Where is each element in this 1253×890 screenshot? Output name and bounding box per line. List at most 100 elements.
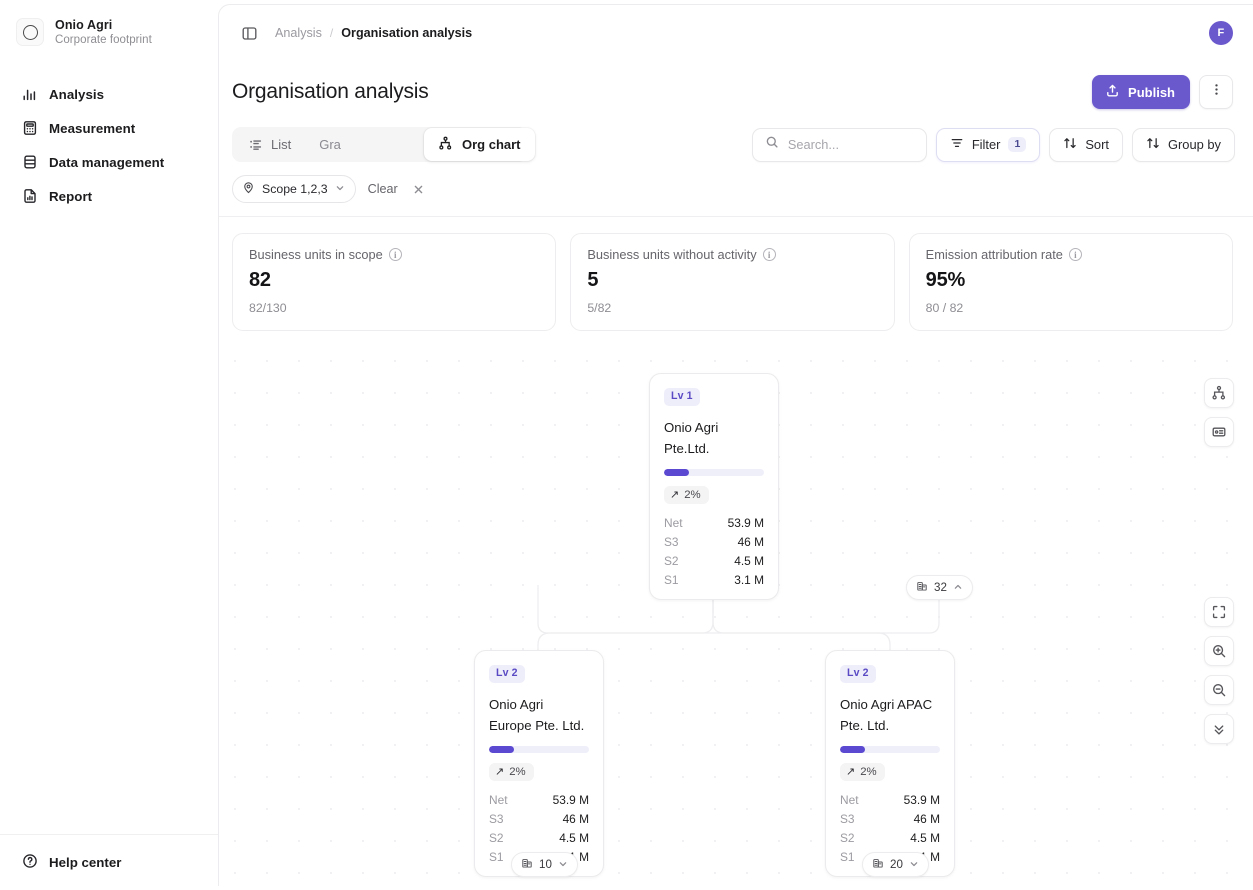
info-icon[interactable]: i — [763, 248, 776, 261]
sidebar-item-label: Data management — [49, 155, 164, 170]
kebab-menu-icon — [1209, 82, 1224, 102]
filter-chip-label: Scope 1,2,3 — [262, 182, 328, 196]
stat-card-emission-attribution-rate: Emission attribution rate i 95% 80 / 82 — [909, 233, 1233, 331]
group-by-button[interactable]: Group by — [1132, 128, 1235, 162]
stat-label-text: Emission attribution rate — [926, 247, 1063, 262]
stat-label: Business units in scope i — [249, 247, 539, 262]
top-bar-right: F — [1209, 21, 1233, 45]
sidebar-toggle-icon[interactable] — [235, 19, 263, 47]
metric-key: S3 — [489, 812, 504, 826]
close-icon[interactable] — [410, 180, 428, 198]
node-delta-value: 2% — [860, 766, 876, 778]
help-center-label: Help center — [49, 855, 121, 870]
sort-button[interactable]: Sort — [1049, 128, 1123, 162]
sidebar-item-measurement[interactable]: Measurement — [10, 112, 208, 144]
org-node-child-europe[interactable]: Lv 2 Onio Agri Europe Pte. Ltd. ↗ 2% Net… — [474, 650, 604, 877]
stat-label-text: Business units without activity — [587, 247, 756, 262]
node-level-tag: Lv 1 — [664, 388, 700, 406]
avatar[interactable]: F — [1209, 21, 1233, 45]
node-delta-badge: ↗ 2% — [489, 763, 534, 781]
search-input[interactable] — [788, 137, 914, 152]
document-chart-icon — [22, 188, 38, 204]
main-panel: Analysis / Organisation analysis F Organ… — [218, 4, 1253, 886]
filter-count-badge: 1 — [1008, 137, 1026, 153]
scope-target-icon — [242, 181, 255, 197]
sidebar-item-data-management[interactable]: Data management — [10, 146, 208, 178]
stat-label: Emission attribution rate i — [926, 247, 1216, 262]
more-options-button[interactable] — [1199, 75, 1233, 109]
metric-row: S2 4.5 M — [664, 551, 764, 570]
metric-key: S2 — [840, 831, 855, 845]
org-node-root-children-toggle[interactable]: 32 — [906, 575, 973, 600]
org-node-root[interactable]: Lv 1 Onio Agri Pte.Ltd. ↗ 2% Net 53.9 M … — [649, 373, 779, 600]
org-node-europe-children-toggle[interactable]: 10 — [511, 852, 578, 877]
metric-row: S1 3.1 M — [664, 570, 764, 589]
stat-card-business-units-in-scope: Business units in scope i 82 82/130 — [232, 233, 556, 331]
metric-value: 4.5 M — [559, 831, 589, 845]
search-icon — [765, 135, 779, 154]
metric-value: 4.5 M — [910, 831, 940, 845]
node-name: Onio Agri Europe Pte. Ltd. — [489, 694, 589, 737]
org-subtitle: Corporate footprint — [55, 34, 152, 46]
stat-card-business-units-without-activity: Business units without activity i 5 5/82 — [570, 233, 894, 331]
node-delta-value: 2% — [684, 489, 700, 501]
metric-value: 4.5 M — [734, 554, 764, 568]
tab-graph[interactable]: Gra — [305, 130, 355, 159]
info-icon[interactable]: i — [389, 248, 402, 261]
org-node-apac-children-toggle[interactable]: 20 — [862, 852, 929, 877]
database-icon — [22, 154, 38, 170]
sidebar-nav: Analysis Measurement — [0, 78, 218, 212]
metric-key: S2 — [664, 554, 679, 568]
node-level-tag: Lv 2 — [840, 665, 876, 683]
hierarchy-layout-icon[interactable] — [1204, 378, 1234, 408]
org-chart-canvas[interactable]: Lv 1 Onio Agri Pte.Ltd. ↗ 2% Net 53.9 M … — [219, 345, 1253, 886]
chevron-up-icon — [953, 582, 963, 594]
calculator-icon — [22, 120, 38, 136]
metric-value: 53.9 M — [728, 516, 764, 530]
help-center-button[interactable]: Help center — [10, 845, 208, 880]
clear-filters-button[interactable]: Clear — [368, 182, 398, 196]
sidebar-item-report[interactable]: Report — [10, 180, 208, 212]
expand-all-icon[interactable] — [1204, 714, 1234, 744]
metric-key: S1 — [840, 850, 855, 864]
search-box[interactable] — [752, 128, 927, 162]
sort-label: Sort — [1085, 137, 1109, 152]
stat-subtext: 5/82 — [587, 301, 877, 315]
tab-label: Org chart — [462, 137, 521, 152]
stat-value: 82 — [249, 269, 539, 292]
tab-list[interactable]: List — [234, 130, 305, 159]
node-progress-fill — [489, 746, 514, 753]
metric-value: 46 M — [914, 812, 940, 826]
publish-button[interactable]: Publish — [1092, 75, 1190, 109]
chevron-down-icon — [909, 859, 919, 871]
metric-value: 3.1 M — [734, 573, 764, 587]
upload-icon — [1105, 83, 1120, 101]
fit-screen-icon[interactable] — [1204, 597, 1234, 627]
metric-row: S2 4.5 M — [489, 828, 589, 847]
node-metrics: Net 53.9 M S3 46 M S2 4.5 M S1 3.1 M — [664, 513, 764, 589]
stat-label: Business units without activity i — [587, 247, 877, 262]
org-node-child-apac[interactable]: Lv 2 Onio Agri APAC Pte. Ltd. ↗ 2% Net 5… — [825, 650, 955, 877]
chevron-down-icon — [335, 183, 345, 195]
filter-button[interactable]: Filter 1 — [936, 128, 1041, 162]
list-icon — [248, 137, 263, 152]
zoom-out-icon[interactable] — [1204, 675, 1234, 705]
node-progress-fill — [664, 469, 689, 476]
sidebar-item-analysis[interactable]: Analysis — [10, 78, 208, 110]
metric-key: Net — [840, 793, 859, 807]
filter-chip-scope[interactable]: Scope 1,2,3 — [232, 175, 356, 203]
metric-key: Net — [489, 793, 508, 807]
node-delta-value: 2% — [509, 766, 525, 778]
zoom-in-icon[interactable] — [1204, 636, 1234, 666]
breadcrumb-parent[interactable]: Analysis — [275, 26, 322, 40]
node-progress-fill — [840, 746, 865, 753]
breadcrumb-separator: / — [330, 26, 333, 40]
metric-value: 46 M — [563, 812, 589, 826]
org-switcher[interactable]: Onio Agri Corporate footprint — [0, 0, 218, 62]
stat-label-text: Business units in scope — [249, 247, 383, 262]
info-icon[interactable]: i — [1069, 248, 1082, 261]
node-progress-track — [489, 746, 589, 753]
children-count: 32 — [934, 581, 947, 594]
tab-org-chart[interactable]: Org chart — [424, 128, 535, 161]
card-layout-icon[interactable] — [1204, 417, 1234, 447]
